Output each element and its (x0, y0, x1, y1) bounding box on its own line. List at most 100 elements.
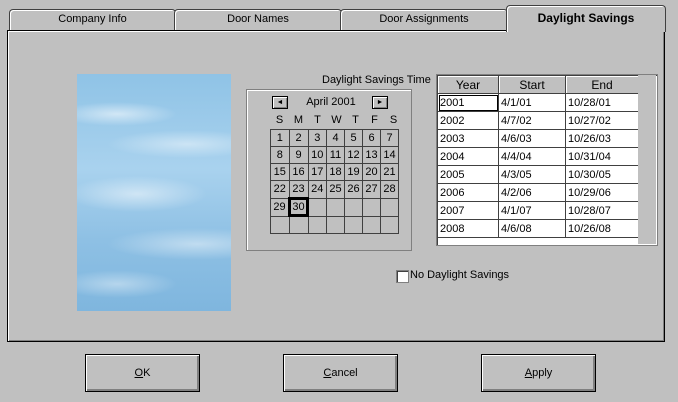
calendar-day-cell[interactable]: 25 (326, 180, 345, 199)
calendar-day-cell[interactable]: 18 (326, 163, 345, 181)
calendar-week-row: 22 23 24 25 26 27 28 (270, 180, 399, 199)
calendar-day-cell[interactable]: 1 (270, 129, 290, 147)
dst-cell-start[interactable]: 4/7/02 (498, 111, 566, 130)
dst-table-row[interactable]: 2001 4/1/01 10/28/01 (437, 93, 639, 112)
dst-cell-year[interactable]: 2006 (437, 183, 499, 202)
calendar-grid: 1 2 3 4 5 6 7 8 9 10 11 12 13 14 15 16 17 18 19 20 21 22 23 24 2… (270, 129, 399, 234)
ok-button[interactable]: OK (85, 354, 200, 392)
dst-table-row[interactable]: 2004 4/4/04 10/31/04 (437, 147, 639, 166)
dst-cell-end[interactable]: 10/30/05 (565, 165, 639, 184)
dst-cell-end[interactable]: 10/26/08 (565, 219, 639, 238)
tab-door-assignments[interactable]: Door Assignments (340, 9, 508, 31)
dst-cell-year[interactable]: 2003 (437, 129, 499, 148)
dst-table-row[interactable]: 2002 4/7/02 10/27/02 (437, 111, 639, 130)
dst-cell-year[interactable]: 2007 (437, 201, 499, 220)
calendar-week-row: 1234567 (270, 129, 399, 147)
weekday-label: S (389, 114, 398, 126)
calendar-day-cell[interactable]: 15 (270, 163, 290, 181)
dst-list-gutter (638, 75, 656, 244)
calendar-day-cell[interactable]: 3 (307, 129, 327, 147)
calendar-day-cell (380, 197, 399, 217)
weekday-label: T (352, 114, 359, 126)
apply-button[interactable]: Apply (481, 354, 596, 392)
dst-cell-year[interactable]: 2002 (437, 111, 499, 130)
dst-cell-year[interactable]: 2008 (437, 219, 499, 238)
calendar-day-cell[interactable]: 27 (362, 180, 381, 199)
calendar-title: Daylight Savings Time (322, 74, 431, 86)
calendar-day-cell[interactable]: 29 (270, 197, 290, 217)
column-header-year[interactable]: Year (437, 75, 499, 94)
dst-cell-end[interactable]: 10/28/01 (565, 93, 639, 112)
calendar-day-cell[interactable]: 17 (307, 163, 327, 181)
calendar-day-cell[interactable]: 8 (270, 146, 290, 164)
calendar-day-cell[interactable]: 23 (288, 180, 309, 199)
calendar-day-cell (326, 197, 345, 217)
dst-cell-start[interactable]: 4/1/07 (498, 201, 566, 220)
calendar-day-cell[interactable]: 14 (380, 146, 399, 164)
cancel-button[interactable]: Cancel (283, 354, 398, 392)
calendar-day-cell[interactable]: 2 (288, 129, 309, 147)
dst-table-row[interactable]: 2006 4/2/06 10/29/06 (437, 183, 639, 202)
no-daylight-savings-checkbox[interactable] (396, 270, 409, 283)
dst-cell-start[interactable]: 4/6/08 (498, 219, 566, 238)
calendar-day-cell[interactable]: 28 (380, 180, 399, 199)
calendar-day-cell (288, 215, 309, 234)
dst-table-row[interactable]: 2003 4/6/03 10/26/03 (437, 129, 639, 148)
apply-label: pply (532, 367, 553, 379)
dst-cell-year[interactable]: 2005 (437, 165, 499, 184)
dst-cell-year[interactable]: 2001 (437, 93, 499, 112)
cancel-label: ancel (331, 367, 358, 379)
tab-daylight-savings[interactable]: Daylight Savings (506, 5, 666, 32)
dst-cell-start[interactable]: 4/4/04 (498, 147, 566, 166)
dst-table-row[interactable]: 2005 4/3/05 10/30/05 (437, 165, 639, 184)
calendar-day-cell (344, 215, 363, 234)
calendar-day-cell[interactable]: 20 (362, 163, 381, 181)
calendar-day-cell[interactable]: 30 (288, 197, 309, 217)
dst-table-row[interactable]: 2008 4/6/08 10/26/08 (437, 219, 639, 238)
tab-company-info[interactable]: Company Info (9, 9, 176, 31)
dst-cell-end[interactable]: 10/27/02 (565, 111, 639, 130)
ok-label: K (143, 367, 151, 379)
calendar-day-cell[interactable]: 10 (307, 146, 327, 164)
dst-cell-end[interactable]: 10/28/07 (565, 201, 639, 220)
column-header-end[interactable]: End (565, 75, 639, 94)
dst-cell-year[interactable]: 2004 (437, 147, 499, 166)
weekday-label: S (275, 114, 284, 126)
calendar-day-cell[interactable]: 11 (326, 146, 345, 164)
calendar-day-cell[interactable]: 16 (288, 163, 309, 181)
calendar-day-cell (362, 215, 381, 234)
calendar-day-cell[interactable]: 24 (307, 180, 327, 199)
calendar-day-cell (326, 215, 345, 234)
dst-table: Year Start End 2001 4/1/01 10/28/01 2002 4/7… (437, 75, 639, 238)
calendar-day-cell[interactable]: 22 (270, 180, 290, 199)
calendar-day-cell[interactable]: 5 (344, 129, 363, 147)
next-month-button[interactable]: ► (372, 96, 388, 109)
calendar-day-cell[interactable]: 6 (362, 129, 381, 147)
calendar-day-cell[interactable]: 13 (362, 146, 381, 164)
prev-month-button[interactable]: ◄ (272, 96, 288, 109)
calendar-day-cell[interactable]: 26 (344, 180, 363, 199)
calendar-week-row: 15 16 17 18 19 20 21 (270, 163, 399, 181)
dst-cell-end[interactable]: 10/29/06 (565, 183, 639, 202)
dst-cell-end[interactable]: 10/26/03 (565, 129, 639, 148)
dst-table-row[interactable]: 2007 4/1/07 10/28/07 (437, 201, 639, 220)
calendar-day-cell[interactable]: 21 (380, 163, 399, 181)
calendar-day-cell[interactable]: 7 (380, 129, 399, 147)
calendar-week-row (270, 215, 399, 234)
dst-cell-start[interactable]: 4/1/01 (498, 93, 566, 112)
dst-cell-start[interactable]: 4/2/06 (498, 183, 566, 202)
dst-cell-start[interactable]: 4/6/03 (498, 129, 566, 148)
calendar-day-cell[interactable]: 9 (288, 146, 309, 164)
calendar-day-cell (307, 197, 327, 217)
calendar-day-cell (380, 215, 399, 234)
calendar-day-cell (344, 197, 363, 217)
sky-image (77, 74, 231, 311)
calendar-day-cell[interactable]: 19 (344, 163, 363, 181)
calendar-day-cell[interactable]: 4 (326, 129, 345, 147)
calendar-day-cell[interactable]: 12 (344, 146, 363, 164)
tab-door-names[interactable]: Door Names (174, 9, 342, 31)
no-daylight-savings-label[interactable]: No Daylight Savings (410, 269, 509, 281)
column-header-start[interactable]: Start (498, 75, 566, 94)
dst-cell-end[interactable]: 10/31/04 (565, 147, 639, 166)
dst-cell-start[interactable]: 4/3/05 (498, 165, 566, 184)
